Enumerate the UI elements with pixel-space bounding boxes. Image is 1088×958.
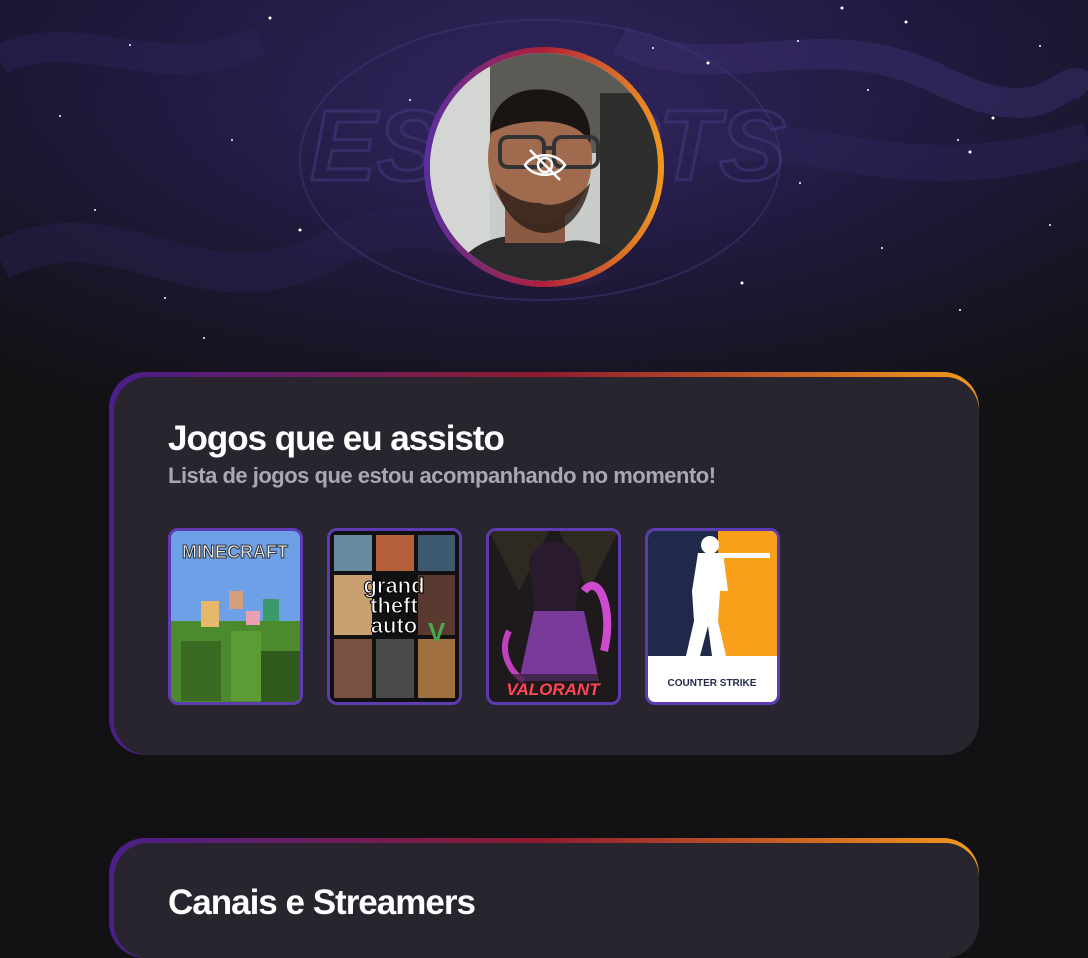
svg-text:COUNTER STRIKE: COUNTER STRIKE (668, 678, 757, 689)
game-gta-v[interactable]: grand theft auto V (327, 528, 462, 705)
channels-section-title: Canais e Streamers (168, 883, 476, 922)
svg-text:V: V (428, 617, 446, 647)
games-section-subtitle: Lista de jogos que estou acompanhando no… (168, 463, 716, 488)
svg-text:VALORANT: VALORANT (506, 680, 601, 699)
hidden-eye-icon[interactable] (520, 140, 570, 190)
games-card: Jogos que eu assisto Lista de jogos que … (109, 372, 979, 755)
game-minecraft[interactable]: MINECRAFT (168, 528, 303, 705)
games-section-title: Jogos que eu assisto (168, 419, 505, 458)
channels-card: Canais e Streamers (109, 838, 979, 958)
games-list: MINECRAFT grand theft auto V VALORANT CO… (168, 528, 780, 705)
game-valorant[interactable]: VALORANT (486, 528, 621, 705)
svg-text:auto: auto (371, 613, 417, 638)
games-card-body: Jogos que eu assisto Lista de jogos que … (114, 377, 979, 755)
svg-text:MINECRAFT: MINECRAFT (182, 542, 288, 562)
game-counter-strike[interactable]: COUNTER STRIKE (645, 528, 780, 705)
